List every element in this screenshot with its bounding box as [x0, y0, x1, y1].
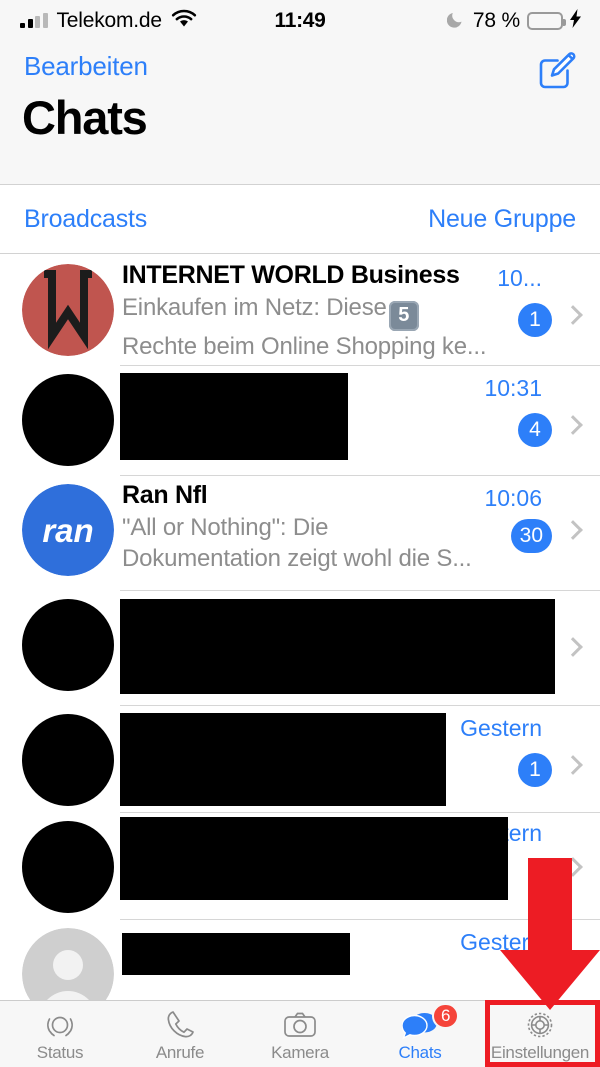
tab-badge: 6 [432, 1003, 460, 1029]
gear-icon [523, 1010, 557, 1040]
redaction-bar [120, 817, 508, 900]
camera-icon [283, 1010, 317, 1040]
chevron-right-icon [563, 415, 583, 435]
unread-badge: 1 [518, 303, 552, 337]
list-header-bar: Broadcasts Neue Gruppe [0, 186, 600, 254]
redaction-bar [120, 713, 446, 806]
tab-status[interactable]: Status [0, 1001, 120, 1067]
unread-badge: 30 [510, 519, 552, 553]
chat-row-redacted-3[interactable]: Gestern 1 [0, 705, 600, 812]
chat-row-body: Ran Nfl "All or Nothing": Die Dokumentat… [122, 481, 504, 574]
navigation-bar: Bearbeiten Chats [0, 42, 600, 185]
chat-title: Ran Nfl [122, 481, 208, 509]
avatar [22, 599, 114, 691]
chat-title: INTERNET WORLD Business [122, 261, 460, 289]
page-title: Chats [22, 91, 148, 144]
tab-anrufe[interactable]: Anrufe [120, 1001, 240, 1067]
chevron-right-icon [563, 637, 583, 657]
tab-label: Einstellungen [490, 1042, 590, 1062]
chat-preview-line2: Dokumentation zeigt wohl die S... [122, 545, 472, 572]
chat-timestamp: Gestern [460, 715, 542, 741]
tab-label: Kamera [271, 1042, 329, 1062]
compose-pencil-icon[interactable] [536, 50, 578, 92]
chat-row-redacted-1[interactable]: 10:31 4 [0, 365, 600, 475]
whatsapp-chats-screen: Telekom.de 11:49 78 % Bearbeiten Chats B… [0, 0, 600, 1067]
battery-icon [527, 12, 566, 30]
status-bar-center: 11:49 [230, 9, 370, 33]
edit-button[interactable]: Bearbeiten [24, 51, 148, 82]
signal-bars-icon [20, 13, 48, 28]
wifi-icon [171, 9, 197, 33]
avatar [22, 821, 114, 913]
chevron-right-icon [563, 520, 583, 540]
chat-row-redacted-2[interactable] [0, 590, 600, 705]
redaction-bar [122, 933, 350, 975]
avatar [22, 264, 114, 356]
phone-icon [164, 1010, 196, 1040]
avatar: ran [22, 484, 114, 576]
unread-badge: 4 [518, 413, 552, 447]
status-bar: Telekom.de 11:49 78 % [0, 0, 600, 42]
status-bar-right: 78 % [370, 9, 600, 33]
chevron-right-icon [563, 755, 583, 775]
chat-preview-line1: "All or Nothing": Die [122, 514, 329, 541]
tab-einstellungen[interactable]: Einstellungen [480, 1001, 600, 1067]
battery-percent-label: 78 % [472, 9, 520, 32]
redaction-bar [120, 373, 348, 460]
chat-preview-line1: Einkaufen im Netz: Diese [122, 294, 387, 321]
carrier-label: Telekom.de [56, 9, 163, 32]
avatar [22, 928, 114, 1000]
chevron-right-icon [563, 305, 583, 325]
avatar [22, 374, 114, 466]
chat-preview: "All or Nothing": Die Dokumentation zeig… [122, 512, 504, 574]
clock-label: 11:49 [274, 9, 326, 32]
chat-row-ran-nfl[interactable]: ran Ran Nfl "All or Nothing": Die Dokume… [0, 475, 600, 590]
moon-icon [446, 9, 466, 33]
chat-row-body: INTERNET WORLD Business Einkaufen im Net… [122, 261, 504, 362]
chat-preview: Einkaufen im Netz: Diese 5 Rechte beim On… [122, 292, 504, 362]
svg-text:ran: ran [42, 512, 93, 549]
status-bar-left: Telekom.de [0, 9, 230, 33]
chat-row-internet-world[interactable]: INTERNET WORLD Business Einkaufen im Net… [0, 255, 600, 365]
chat-preview-line2: Rechte beim Online Shopping ke... [122, 332, 487, 360]
unread-badge: 1 [518, 753, 552, 787]
new-group-button[interactable]: Neue Gruppe [428, 205, 600, 234]
avatar [22, 714, 114, 806]
status-rings-icon [44, 1010, 76, 1040]
tab-chats[interactable]: 6 Chats [360, 1001, 480, 1067]
chat-timestamp: 10:06 [484, 485, 542, 511]
tab-bar: Status Anrufe Kamera 6 Chats Einstellung… [0, 1000, 600, 1067]
redaction-bar [120, 599, 555, 694]
keycap-emoji: 5 [388, 300, 419, 331]
chat-timestamp: 10:31 [484, 375, 542, 401]
lightning-bolt-icon [570, 9, 582, 33]
tab-label: Anrufe [155, 1042, 205, 1062]
red-down-arrow [500, 858, 600, 1010]
tab-kamera[interactable]: Kamera [240, 1001, 360, 1067]
chat-timestamp: 10... [497, 265, 542, 291]
tab-label: Chats [398, 1042, 442, 1062]
broadcasts-button[interactable]: Broadcasts [0, 205, 147, 234]
tab-label: Status [36, 1042, 84, 1062]
